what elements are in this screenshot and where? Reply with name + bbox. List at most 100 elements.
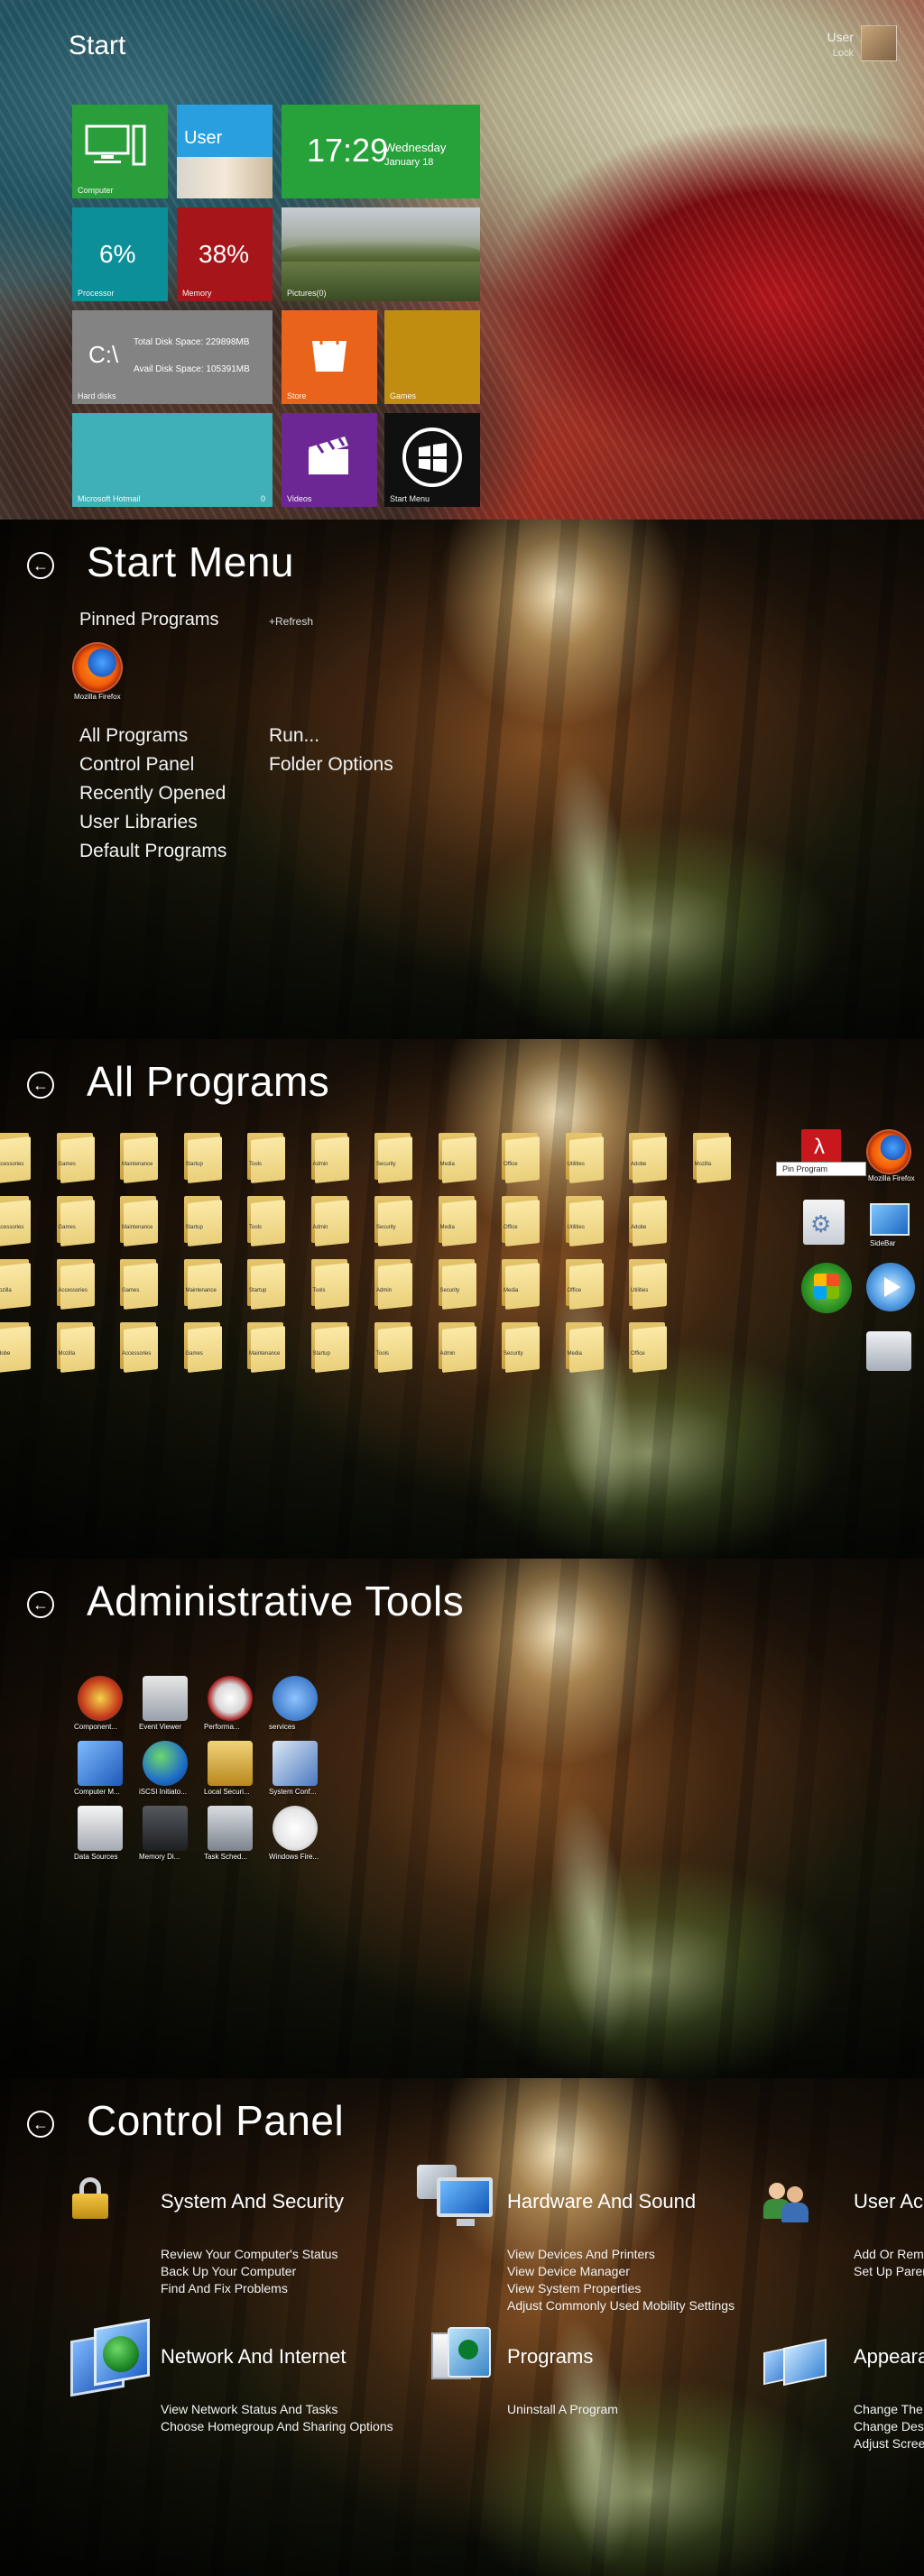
- tile-memory[interactable]: 38% Memory: [177, 207, 273, 301]
- appearance-icon[interactable]: [763, 2338, 836, 2390]
- admin-tool-item[interactable]: Task Sched...: [202, 1806, 256, 1865]
- cp-network-internet-title[interactable]: Network And Internet: [161, 2345, 346, 2369]
- program-folder-icon[interactable]: Adobe: [629, 1129, 669, 1183]
- program-folder-icon[interactable]: Maintenance: [183, 1256, 224, 1310]
- program-folder-icon[interactable]: Utilities: [629, 1256, 669, 1310]
- menu-default-programs[interactable]: Default Programs: [79, 841, 226, 862]
- program-folder-icon[interactable]: Media: [438, 1192, 478, 1247]
- tile-hard-disks[interactable]: C:\ Total Disk Space: 229898MB Avail Dis…: [72, 310, 273, 404]
- cp-link[interactable]: Adjust Scree: [854, 2435, 924, 2452]
- admin-tool-item[interactable]: Memory Di...: [137, 1806, 191, 1865]
- program-folder-icon[interactable]: Maintenance: [247, 1319, 287, 1373]
- tile-store[interactable]: Store: [282, 310, 377, 404]
- program-folder-icon[interactable]: Tools: [247, 1192, 287, 1247]
- cp-system-security-title[interactable]: System And Security: [161, 2190, 344, 2213]
- tile-user[interactable]: User: [177, 105, 273, 198]
- tile-hotmail[interactable]: Microsoft Hotmail 0: [72, 413, 273, 507]
- admin-tool-item[interactable]: Windows Fire...: [267, 1806, 321, 1865]
- menu-recently-opened[interactable]: Recently Opened: [79, 783, 226, 805]
- admin-tool-item[interactable]: Performa...: [202, 1676, 256, 1735]
- program-folder-icon[interactable]: Mozilla: [56, 1319, 97, 1373]
- program-folder-icon[interactable]: Security: [502, 1319, 541, 1373]
- admin-tool-item[interactable]: Local Securi...: [202, 1741, 256, 1800]
- menu-run[interactable]: Run...: [269, 725, 319, 747]
- admin-tool-item[interactable]: Computer M...: [72, 1741, 126, 1800]
- program-folder-icon[interactable]: Admin: [438, 1319, 478, 1373]
- program-folder-icon[interactable]: Utilities: [565, 1129, 605, 1183]
- firefox-app[interactable]: Mozilla Firefox: [866, 1129, 917, 1182]
- program-folder-icon[interactable]: Media: [565, 1319, 605, 1373]
- program-folder-icon[interactable]: Accessories: [120, 1319, 160, 1373]
- cp-link[interactable]: Review Your Computer's Status: [161, 2246, 337, 2263]
- menu-folder-options[interactable]: Folder Options: [269, 754, 393, 776]
- admin-tool-item[interactable]: Component...: [72, 1676, 126, 1735]
- media-player-icon[interactable]: [866, 1263, 915, 1311]
- admin-tool-item[interactable]: services: [267, 1676, 321, 1735]
- tile-videos[interactable]: Videos: [282, 413, 377, 507]
- program-folder-icon[interactable]: Games: [56, 1192, 97, 1247]
- gear-document-icon[interactable]: ⚙: [803, 1200, 845, 1245]
- program-folder-icon[interactable]: Media: [502, 1256, 541, 1310]
- program-folder-icon[interactable]: Startup: [310, 1319, 351, 1373]
- tile-computer[interactable]: Computer: [72, 105, 168, 198]
- cp-link[interactable]: View Device Manager: [507, 2263, 630, 2280]
- tile-pictures[interactable]: Pictures(0): [282, 207, 480, 301]
- program-folder-icon[interactable]: Adobe: [629, 1192, 669, 1247]
- program-folder-icon[interactable]: Tools: [247, 1129, 287, 1183]
- program-folder-icon[interactable]: Tools: [374, 1319, 414, 1373]
- program-folder-icon[interactable]: Games: [56, 1129, 97, 1183]
- back-arrow-icon[interactable]: ←: [27, 1591, 54, 1618]
- program-folder-icon[interactable]: Games: [183, 1319, 224, 1373]
- padlock-icon[interactable]: [70, 2177, 110, 2219]
- program-folder-icon[interactable]: Office: [502, 1129, 541, 1183]
- program-folder-icon[interactable]: Office: [629, 1319, 669, 1373]
- back-arrow-icon[interactable]: ←: [27, 1072, 54, 1099]
- program-folder-icon[interactable]: Security: [374, 1192, 414, 1247]
- cp-link[interactable]: Adjust Commonly Used Mobility Settings: [507, 2297, 735, 2314]
- program-folder-icon[interactable]: Startup: [183, 1192, 224, 1247]
- cp-link[interactable]: Change Des: [854, 2418, 924, 2435]
- monitor-printer-icon[interactable]: [417, 2165, 498, 2237]
- cp-appearance-title[interactable]: Appearance: [854, 2345, 924, 2369]
- admin-tool-item[interactable]: System Conf...: [267, 1741, 321, 1800]
- cp-link[interactable]: Back Up Your Computer: [161, 2263, 296, 2280]
- program-folder-icon[interactable]: Office: [565, 1256, 605, 1310]
- tile-clock[interactable]: 17:29 Wednesday January 18: [282, 105, 480, 198]
- network-globe-icon[interactable]: [67, 2318, 155, 2399]
- admin-tool-item[interactable]: Event Viewer: [137, 1676, 191, 1735]
- menu-all-programs[interactable]: All Programs: [79, 725, 188, 747]
- cp-link[interactable]: View Devices And Printers: [507, 2246, 655, 2263]
- user-account[interactable]: User Lock: [827, 25, 897, 61]
- fax-printer-icon[interactable]: [866, 1331, 911, 1371]
- cp-link[interactable]: View System Properties: [507, 2280, 641, 2297]
- program-folder-icon[interactable]: Security: [438, 1256, 478, 1310]
- cp-link[interactable]: Add Or Remove: [854, 2246, 924, 2263]
- program-folder-icon[interactable]: Mozilla: [0, 1256, 32, 1310]
- program-folder-icon[interactable]: Startup: [183, 1129, 224, 1183]
- program-folder-icon[interactable]: Admin: [310, 1192, 351, 1247]
- pin-program-tooltip[interactable]: Pin Program: [776, 1162, 866, 1176]
- pinned-app-firefox[interactable]: Mozilla Firefox: [72, 642, 126, 702]
- cp-user-accounts-title[interactable]: User Accounts: [854, 2190, 924, 2213]
- cp-link[interactable]: Uninstall A Program: [507, 2401, 618, 2418]
- refresh-link[interactable]: +Refresh: [269, 615, 313, 628]
- tile-start-menu[interactable]: Start Menu: [384, 413, 480, 507]
- admin-tool-item[interactable]: Data Sources: [72, 1806, 126, 1865]
- program-folder-icon[interactable]: Mozilla: [692, 1129, 733, 1183]
- program-folder-icon[interactable]: Maintenance: [120, 1192, 160, 1247]
- admin-tool-item[interactable]: iSCSI Initiato...: [137, 1741, 191, 1800]
- tile-games[interactable]: Games: [384, 310, 480, 404]
- programs-icon[interactable]: [431, 2327, 494, 2385]
- sidebar-app[interactable]: SideBar: [866, 1200, 917, 1250]
- menu-user-libraries[interactable]: User Libraries: [79, 812, 198, 833]
- program-folder-icon[interactable]: Maintenance: [120, 1129, 160, 1183]
- back-arrow-icon[interactable]: ←: [27, 552, 54, 579]
- program-folder-icon[interactable]: Office: [502, 1192, 541, 1247]
- menu-control-panel[interactable]: Control Panel: [79, 754, 194, 776]
- program-folder-icon[interactable]: Utilities: [565, 1192, 605, 1247]
- cp-link[interactable]: Change The: [854, 2401, 923, 2418]
- program-folder-icon[interactable]: Games: [120, 1256, 160, 1310]
- cp-programs-title[interactable]: Programs: [507, 2345, 593, 2369]
- cp-link[interactable]: Find And Fix Problems: [161, 2280, 288, 2297]
- program-folder-icon[interactable]: Admin: [374, 1256, 414, 1310]
